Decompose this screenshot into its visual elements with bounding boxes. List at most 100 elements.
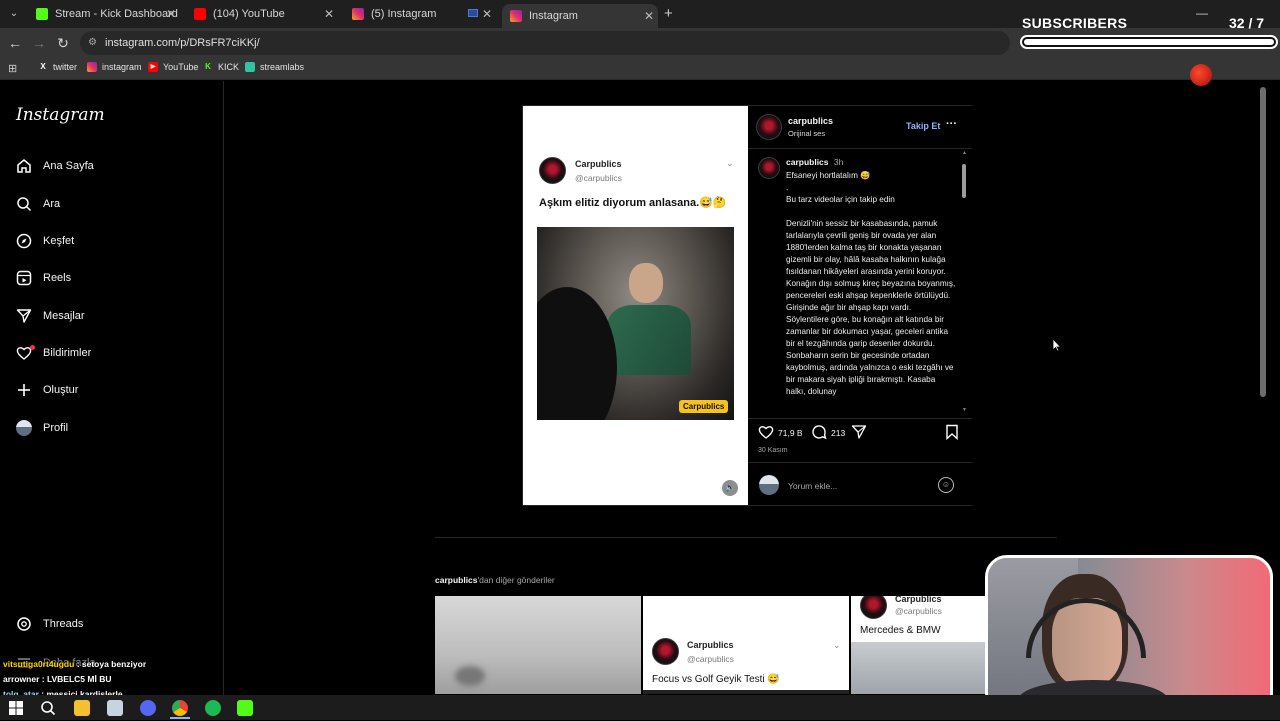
screen-share-icon	[468, 9, 478, 17]
search-icon	[16, 196, 32, 212]
tweet-text: Focus vs Golf Geyik Testi 😅	[652, 674, 780, 685]
close-icon[interactable]: ✕	[324, 7, 334, 21]
new-tab-button[interactable]: +	[664, 5, 673, 22]
post-date: 30 Kasım	[758, 447, 788, 454]
close-icon[interactable]: ✕	[166, 7, 176, 21]
forward-icon[interactable]: →	[30, 34, 48, 52]
reload-icon[interactable]: ↻	[54, 34, 72, 52]
tab-search-icon[interactable]: ⌄	[6, 6, 22, 22]
follow-button[interactable]: Takip Et	[906, 121, 940, 131]
kick-icon	[36, 8, 48, 20]
caption-avatar[interactable]	[758, 157, 780, 179]
reels-icon	[16, 270, 32, 286]
address-bar[interactable]: ⚙ instagram.com/p/DRsFR7ciKKj/	[80, 31, 1010, 55]
file-explorer-icon[interactable]	[74, 700, 90, 716]
mute-icon[interactable]: 🔈	[722, 480, 738, 496]
avatar	[16, 420, 32, 436]
like-icon[interactable]	[758, 424, 774, 440]
windows-icon[interactable]	[8, 700, 24, 716]
subscribers-goal-count: 32 / 7	[1229, 15, 1265, 31]
sidebar-item-profile[interactable]: Profil	[16, 420, 68, 436]
video-person	[629, 263, 663, 303]
comment-input[interactable]: Yorum ekle...	[788, 481, 928, 491]
video-frame[interactable]	[537, 227, 734, 420]
video-strip	[643, 690, 849, 694]
discord-icon[interactable]	[140, 700, 156, 716]
bookmark-kick[interactable]: K KICK	[203, 62, 239, 72]
active-app-indicator	[170, 717, 190, 719]
more-post-thumb[interactable]	[435, 596, 641, 694]
sidebar-item-notifications[interactable]: Bildirimler	[16, 345, 91, 361]
sidebar-item-explore[interactable]: Keşfet	[16, 233, 74, 249]
subscribers-goal-title: SUBSCRIBERS	[1022, 15, 1128, 31]
audio-label[interactable]: Orijinal ses	[788, 129, 825, 138]
tab-instagram-active[interactable]: Instagram ✕	[502, 4, 658, 28]
tab-youtube[interactable]: (104) YouTube ✕	[186, 4, 338, 24]
threads-icon	[16, 616, 32, 632]
comment-icon[interactable]	[811, 424, 827, 440]
video-shirt	[607, 305, 691, 375]
chevron-down-icon: ⌄	[726, 158, 734, 168]
site-info-icon[interactable]: ⚙	[88, 31, 97, 55]
search-icon[interactable]	[40, 700, 56, 716]
scroll-up-icon[interactable]: ▲	[962, 150, 967, 156]
tweet-avatar	[539, 157, 566, 184]
home-icon	[16, 158, 32, 174]
app-icon[interactable]	[107, 700, 123, 716]
bookmark-instagram[interactable]: instagram	[87, 62, 142, 72]
sidebar-item-threads[interactable]: Threads	[16, 616, 83, 632]
sidebar-item-home[interactable]: Ana Sayfa	[16, 158, 94, 174]
apps-icon[interactable]: ⊞	[8, 62, 17, 75]
post-modal: Carpublics @carpublics ⌄ Aşkım elitiz di…	[522, 105, 972, 506]
instagram-icon	[510, 10, 522, 22]
like-count[interactable]: 71,9 B	[778, 428, 803, 438]
caption-scroll-thumb[interactable]	[962, 164, 966, 198]
sidebar-item-reels[interactable]: Reels	[16, 270, 71, 286]
spotify-icon[interactable]	[205, 700, 221, 716]
back-icon[interactable]: ←	[6, 34, 24, 52]
chrome-icon[interactable]	[172, 700, 188, 716]
author-username[interactable]: carpublics	[788, 116, 833, 126]
more-options-icon[interactable]: ···	[946, 118, 957, 130]
bookmark-twitter[interactable]: X twitter	[38, 62, 77, 72]
comment-count[interactable]: 213	[831, 428, 845, 438]
scroll-down-icon[interactable]: ▼	[962, 407, 967, 413]
tweet-name: Carpublics	[575, 159, 622, 169]
youtube-icon	[194, 8, 206, 20]
sidebar-item-create[interactable]: Oluştur	[16, 382, 78, 398]
chat-message: vitsutiga0rt4ugdu : setoya benziyor	[3, 659, 147, 669]
notification-dot	[30, 345, 35, 350]
page-scrollbar[interactable]	[1260, 87, 1266, 397]
tab-instagram-5[interactable]: (5) Instagram ✕	[344, 4, 496, 24]
subscribers-goal-bar	[1020, 35, 1278, 49]
tweet-handle: @carpublics	[575, 173, 622, 183]
webcam-overlay	[985, 555, 1273, 715]
author-avatar[interactable]	[756, 114, 782, 140]
post-details: carpublics Orijinal ses Takip Et ··· car…	[748, 106, 972, 505]
tweet-text: Mercedes & BMW	[860, 625, 941, 636]
instagram-logo[interactable]: Instagram	[16, 105, 105, 125]
minimize-icon[interactable]: —	[1196, 6, 1208, 20]
bookmarks-bar: ⊞ X twitter instagram ▶ YouTube K KICK s…	[0, 58, 1280, 80]
bookmark-streamlabs[interactable]: streamlabs	[245, 62, 304, 72]
emoji-icon[interactable]: ☺	[938, 477, 954, 493]
post-media[interactable]: Carpublics @carpublics ⌄ Aşkım elitiz di…	[523, 106, 748, 505]
tab-kick-dashboard[interactable]: Stream - Kick Dashboard ✕	[28, 4, 180, 24]
kick-icon[interactable]	[237, 700, 253, 716]
divider	[748, 148, 972, 149]
divider	[748, 462, 972, 463]
more-post-thumb[interactable]: Carpublics @carpublics ⌄ Focus vs Golf G…	[643, 596, 849, 694]
tweet-avatar	[652, 638, 679, 665]
video-foreground	[537, 287, 617, 420]
send-icon	[16, 308, 32, 324]
sidebar-item-messages[interactable]: Mesajlar	[16, 308, 85, 324]
sidebar-item-search[interactable]: Ara	[16, 196, 60, 212]
kick-icon: K	[205, 62, 211, 71]
bookmark-youtube[interactable]: ▶ YouTube	[148, 62, 198, 72]
close-icon[interactable]: ✕	[482, 7, 492, 21]
instagram-sidebar: Instagram Ana Sayfa Ara Keşfet Reels Mes…	[0, 81, 224, 695]
close-icon[interactable]: ✕	[644, 9, 654, 23]
bookmark-icon[interactable]	[945, 424, 959, 441]
share-icon[interactable]	[851, 424, 867, 440]
caption-scrollbar[interactable]	[961, 150, 968, 414]
